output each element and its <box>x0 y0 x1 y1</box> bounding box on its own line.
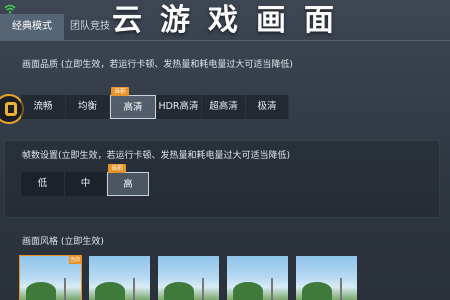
quality-option-smooth[interactable]: 流畅 <box>21 95 66 119</box>
quality-option-hdr[interactable]: HDR高清 <box>156 95 202 119</box>
fps-option-high[interactable]: 当前 高 <box>107 164 149 196</box>
current-tag: 当前 <box>108 164 127 173</box>
banner-title: 云游戏画面 <box>112 3 352 38</box>
quality-option-extreme[interactable]: 极清 <box>246 95 289 119</box>
quality-label: 画面品质 (立即生效，若运行卡顿、发热量和耗电量过大可适当降低) <box>22 60 293 70</box>
fps-option-high-label: 高 <box>123 179 133 190</box>
quality-option-hd-label: 高清 <box>123 102 143 113</box>
style-thumbnail[interactable] <box>296 256 357 300</box>
current-tag: 当前 <box>111 87 130 96</box>
quality-selector: 流畅 均衡 当前 高清 HDR高清 超高清 极清 <box>21 87 289 119</box>
fps-selector: 低 中 当前 高 <box>21 164 149 196</box>
mode-tabs: 经典模式 团队竞技 <box>0 14 120 40</box>
current-tag: 当前 <box>69 256 81 264</box>
quality-option-balanced[interactable]: 均衡 <box>66 95 110 119</box>
style-thumbnail[interactable] <box>227 256 288 300</box>
style-thumbnail[interactable] <box>158 256 219 300</box>
wifi-icon <box>4 4 16 14</box>
style-thumbnail[interactable] <box>89 256 150 300</box>
fps-option-medium[interactable]: 中 <box>65 172 107 196</box>
style-thumbnail[interactable]: 当前 <box>19 255 82 300</box>
fps-label: 帧数设置(立即生效，若运行卡顿、发热量和耗电量过大可适当降低) <box>22 151 291 161</box>
style-thumbnails: 当前 <box>19 255 357 300</box>
quality-option-hd[interactable]: 当前 高清 <box>110 87 156 119</box>
quality-option-ultra-hd[interactable]: 超高清 <box>202 95 246 119</box>
divider <box>0 40 450 41</box>
style-label: 画面风格 (立即生效) <box>22 237 104 247</box>
tab-classic-mode[interactable]: 经典模式 <box>0 14 64 40</box>
fps-option-low[interactable]: 低 <box>21 172 65 196</box>
